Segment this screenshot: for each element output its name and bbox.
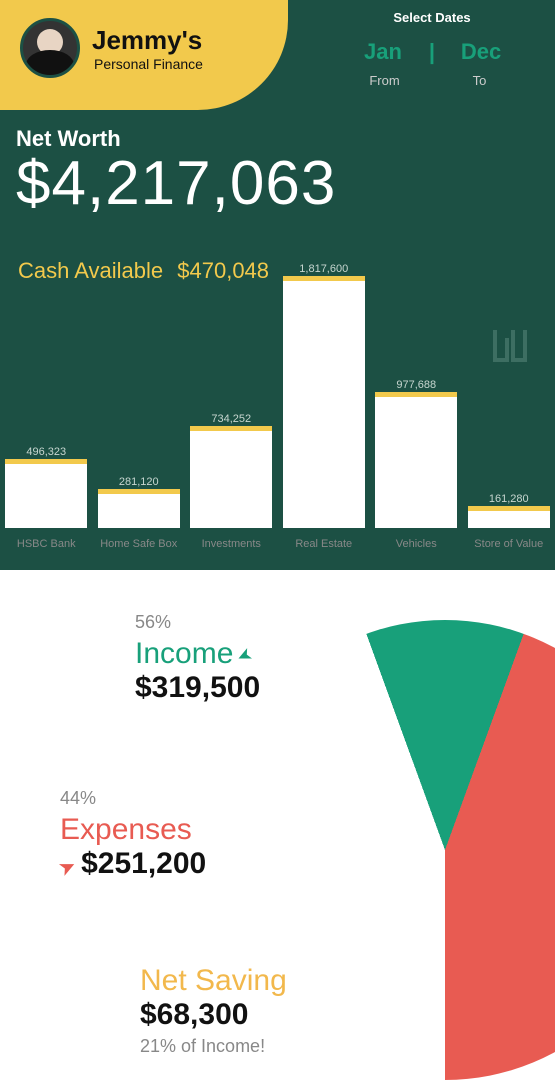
cash-label: Cash Available: [18, 258, 163, 283]
bar-label: Investments: [202, 538, 261, 550]
profile-name: Jemmy's: [92, 25, 203, 56]
bar-value: 977,688: [396, 379, 436, 391]
income-title: Income: [135, 637, 233, 670]
expenses-title: Expenses: [60, 813, 206, 847]
bar-1: 281,120Home Safe Box: [93, 489, 186, 550]
networth-block: Net Worth $4,217,063: [16, 126, 336, 219]
income-amount: $319,500: [135, 671, 260, 705]
profile-badge: Jemmy's Personal Finance: [0, 0, 288, 110]
bar-3: 1,817,600Real Estate: [278, 276, 371, 550]
expenses-amount: $251,200: [81, 847, 206, 880]
to-month[interactable]: Dec: [435, 39, 527, 65]
arrow-up-icon: ➤: [56, 855, 79, 880]
to-label: To: [432, 73, 527, 88]
bar-value: 281,120: [119, 476, 159, 488]
arrow-down-icon: ➤: [234, 642, 257, 667]
date-selector: Select Dates Jan | Dec From To: [337, 10, 527, 88]
bar-5: 161,280Store of Value: [463, 506, 555, 550]
bar-0: 496,323HSBC Bank: [0, 459, 93, 550]
saving-amount: $68,300: [140, 998, 287, 1032]
saving-subtitle: 21% of Income!: [140, 1036, 287, 1057]
income-pct: 56%: [135, 612, 260, 633]
income-block: 56% Income➤ $319,500: [135, 612, 260, 705]
cash-amount: $470,048: [177, 258, 269, 283]
hero-panel: Jemmy's Personal Finance Select Dates Ja…: [0, 0, 555, 570]
networth-bar-chart: 496,323HSBC Bank281,120Home Safe Box734,…: [0, 282, 555, 550]
bar-label: Store of Value: [474, 538, 543, 550]
from-label: From: [337, 73, 432, 88]
bar-value: 734,252: [211, 413, 251, 425]
profile-subtitle: Personal Finance: [92, 56, 203, 72]
avatar: [20, 18, 80, 78]
bar-value: 496,323: [26, 446, 66, 458]
saving-title: Net Saving: [140, 964, 287, 998]
bar-value: 1,817,600: [299, 263, 348, 275]
bar-label: Home Safe Box: [100, 538, 177, 550]
networth-amount: $4,217,063: [16, 148, 336, 219]
bar-label: HSBC Bank: [17, 538, 76, 550]
bottom-panel: 56% Income➤ $319,500 44% Expenses ➤$251,…: [0, 570, 555, 1070]
bar-4: 977,688Vehicles: [370, 392, 463, 550]
bar-label: Vehicles: [396, 538, 437, 550]
dates-title: Select Dates: [337, 10, 527, 25]
saving-block: Net Saving $68,300 21% of Income!: [140, 964, 287, 1057]
from-month[interactable]: Jan: [337, 39, 429, 65]
cash-block: Cash Available $470,048: [18, 258, 269, 284]
bar-value: 161,280: [489, 493, 529, 505]
bar-label: Real Estate: [295, 538, 352, 550]
expenses-block: 44% Expenses ➤$251,200: [60, 788, 206, 881]
expenses-pct: 44%: [60, 788, 206, 809]
bar-2: 734,252Investments: [185, 426, 278, 550]
